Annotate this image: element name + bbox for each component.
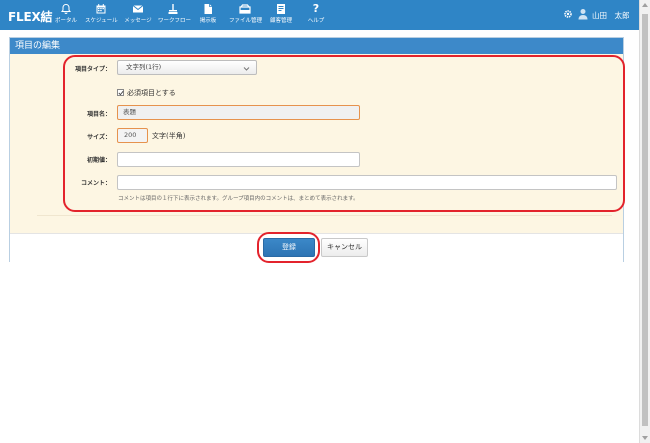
nav-customers[interactable]: 顧客管理 xyxy=(268,3,294,27)
required-label: 必須項目とする xyxy=(127,89,176,97)
chevron-down-icon xyxy=(243,64,250,71)
size-label: サイズ： xyxy=(87,134,111,141)
panel-title: 項目の編集 xyxy=(10,38,623,54)
nav-board-label: 掲示板 xyxy=(199,18,217,24)
workflow-icon xyxy=(158,3,188,16)
item-name-value: 表題 xyxy=(123,108,136,116)
help-icon: ? xyxy=(312,2,320,15)
nav-schedule-label: スケジュール xyxy=(85,18,118,24)
nav-schedule[interactable]: スケジュール xyxy=(85,3,118,27)
nav-help-label: ヘルプ xyxy=(307,18,325,24)
type-label: 項目タイプ： xyxy=(74,66,111,73)
scroll-down-arrow-icon[interactable] xyxy=(642,436,648,440)
comment-hint: コメントは項目の１行下に表示されます。グループ項目内のコメントは、まとめて表示さ… xyxy=(118,196,359,202)
nav-board[interactable]: 掲示板 xyxy=(196,3,220,27)
item-name-input[interactable]: 表題 xyxy=(117,105,360,120)
top-navigation-bar: FLEX結 ポータル スケジュール メッセージ ワークフロー 掲示板 ファイル管… xyxy=(0,0,639,30)
default-label: 初期値： xyxy=(86,157,111,164)
form-divider xyxy=(37,215,612,216)
comment-input[interactable] xyxy=(117,175,617,190)
size-value: 200 xyxy=(124,131,137,139)
default-value-input[interactable] xyxy=(117,152,360,167)
save-button[interactable]: 登録 xyxy=(263,238,315,257)
nav-workflow-label: ワークフロー xyxy=(158,18,192,24)
nav-help[interactable]: ? ヘルプ xyxy=(306,3,326,27)
nav-files-label: ファイル管理 xyxy=(229,18,263,24)
required-checkbox[interactable] xyxy=(117,89,124,96)
type-select[interactable]: 文字列(1行) xyxy=(117,60,257,75)
calendar-icon xyxy=(85,3,117,16)
type-select-value: 文字列(1行) xyxy=(126,63,162,71)
panel-footer xyxy=(10,233,623,262)
nav-portal[interactable]: ポータル xyxy=(54,3,78,27)
comment-label: コメント： xyxy=(80,180,111,187)
user-avatar-icon[interactable] xyxy=(578,8,588,20)
user-name[interactable]: 山田 太郎 xyxy=(592,10,630,21)
scroll-up-arrow-icon[interactable] xyxy=(642,3,648,7)
page-scrollbar[interactable] xyxy=(639,0,650,443)
nav-workflow[interactable]: ワークフロー xyxy=(158,3,192,27)
folder-icon xyxy=(229,3,261,16)
scroll-thumb[interactable] xyxy=(642,14,648,426)
nav-files[interactable]: ファイル管理 xyxy=(229,3,263,27)
form-area xyxy=(10,54,623,233)
envelope-icon xyxy=(124,3,152,16)
nav-message[interactable]: メッセージ xyxy=(124,3,152,27)
size-suffix: 文字(半角) xyxy=(152,132,186,140)
required-checkbox-row[interactable]: 必須項目とする xyxy=(117,88,176,98)
nav-customers-label: 顧客管理 xyxy=(269,18,292,24)
cancel-button[interactable]: キャンセル xyxy=(321,238,368,257)
app-logo[interactable]: FLEX結 xyxy=(8,8,52,25)
board-icon xyxy=(196,3,220,16)
bell-icon xyxy=(54,3,78,16)
customer-icon xyxy=(268,3,294,16)
name-label: 項目名： xyxy=(86,111,111,118)
gear-icon[interactable] xyxy=(563,9,573,19)
size-input[interactable]: 200 xyxy=(117,128,148,143)
nav-portal-label: ポータル xyxy=(54,18,77,24)
nav-message-label: メッセージ xyxy=(124,18,152,24)
